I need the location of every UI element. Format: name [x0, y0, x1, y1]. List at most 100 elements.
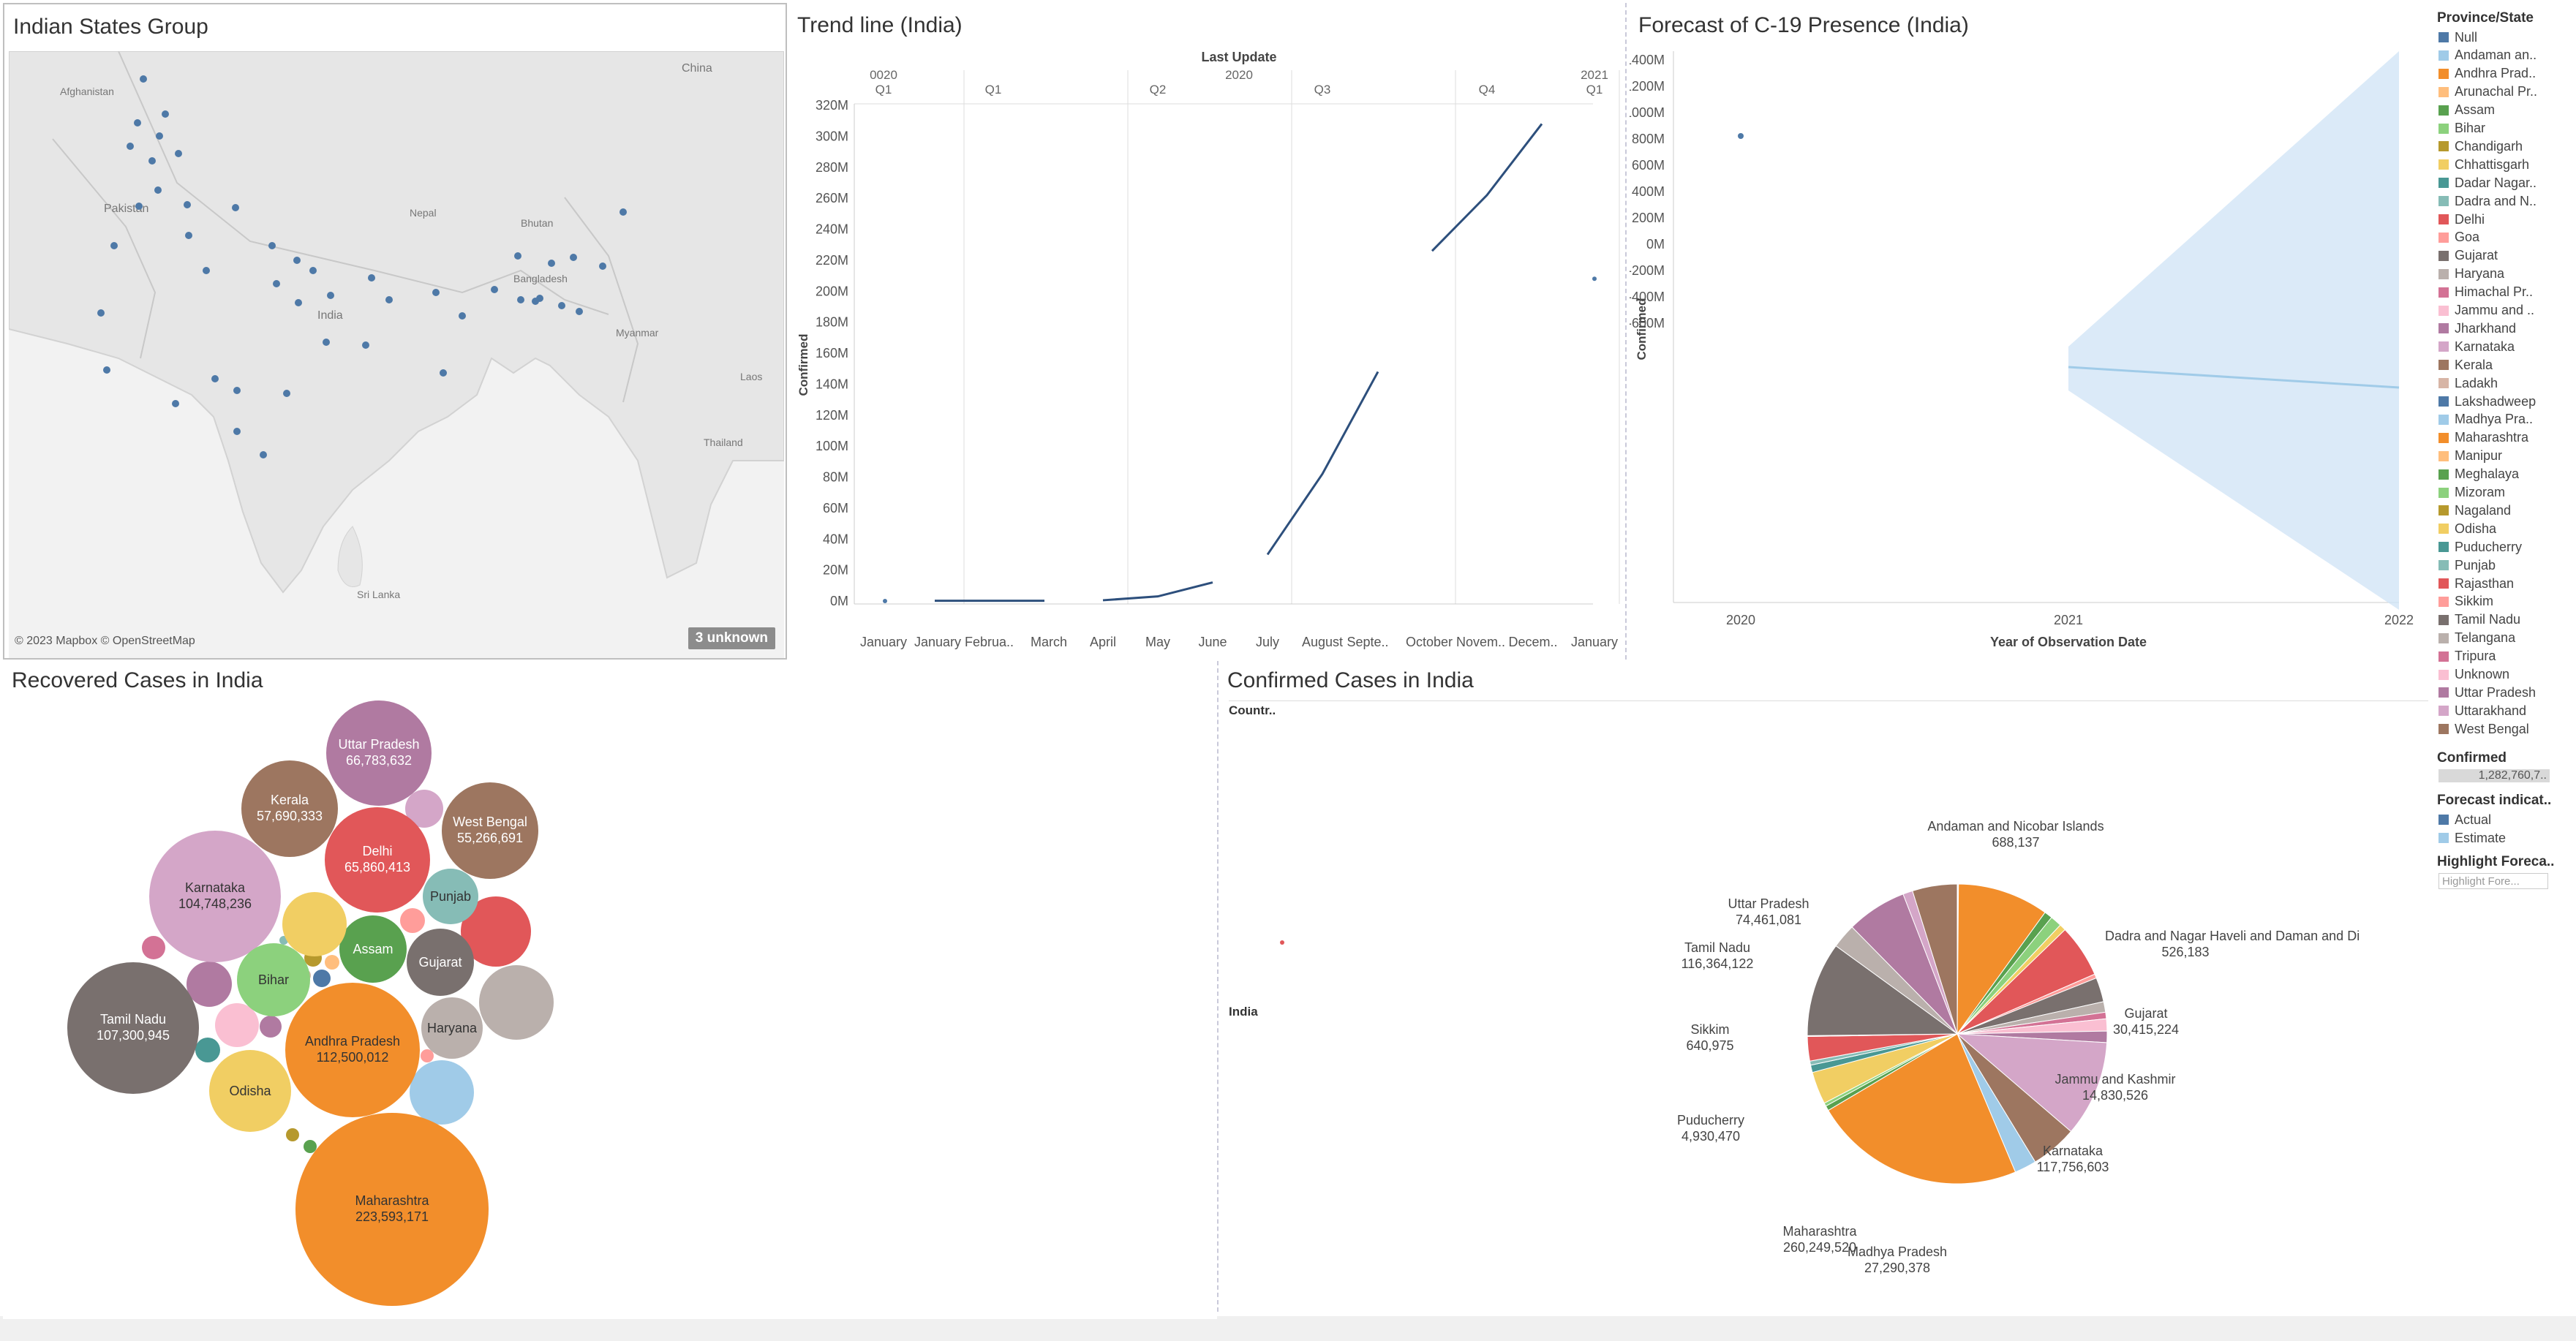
state-marker[interactable]: [162, 110, 169, 118]
legend-item[interactable]: Ladakh: [2438, 375, 2498, 391]
bubble-kerala[interactable]: Kerala 57,690,333: [241, 760, 338, 857]
map-canvas[interactable]: China Afghanistan Pakistan Nepal Bhutan …: [9, 51, 784, 658]
legend-item[interactable]: Puducherry: [2438, 539, 2522, 555]
bubble-assam[interactable]: Assam: [339, 915, 407, 983]
bubble-haryana[interactable]: Haryana: [421, 997, 483, 1059]
state-marker[interactable]: [110, 242, 118, 249]
legend-item[interactable]: Andaman an..: [2438, 48, 2537, 64]
bubble-maharashtra[interactable]: Maharashtra 223,593,171: [295, 1113, 489, 1306]
legend-item[interactable]: Uttarakhand: [2438, 703, 2526, 719]
state-marker[interactable]: [185, 232, 192, 239]
legend-item[interactable]: Jammu and ..: [2438, 303, 2534, 319]
bubble-uttar-pradesh[interactable]: Uttar Pradesh 66,783,632: [326, 700, 432, 806]
bubble-odisha[interactable]: Odisha: [209, 1050, 291, 1132]
bubble-gujarat[interactable]: Gujarat: [407, 929, 474, 996]
legend-item[interactable]: Uttar Pradesh: [2438, 684, 2536, 700]
bubble[interactable]: [195, 1038, 220, 1062]
bubble[interactable]: [313, 970, 331, 987]
state-marker[interactable]: [309, 267, 317, 274]
state-marker[interactable]: [576, 308, 583, 315]
state-marker[interactable]: [283, 390, 290, 397]
state-marker[interactable]: [135, 203, 143, 210]
state-marker[interactable]: [385, 296, 393, 303]
forecast-legend-estimate[interactable]: Estimate: [2438, 830, 2506, 846]
legend-item[interactable]: Haryana: [2438, 266, 2504, 282]
state-marker[interactable]: [440, 369, 447, 377]
legend-item[interactable]: Unknown: [2438, 667, 2509, 683]
state-marker[interactable]: [362, 341, 369, 349]
bubble[interactable]: [479, 965, 554, 1040]
pie-chart[interactable]: Andaman and Nicobar Islands688,137 Dadra …: [1628, 793, 2360, 1304]
legend-item[interactable]: Meghalaya: [2438, 466, 2519, 483]
highlight-input[interactable]: Highlight Fore...: [2438, 873, 2548, 889]
state-marker[interactable]: [532, 298, 539, 305]
legend-item[interactable]: Karnataka: [2438, 339, 2515, 355]
bubble[interactable]: [410, 1060, 474, 1125]
bubble-tamil-nadu[interactable]: Tamil Nadu 107,300,945: [67, 962, 199, 1094]
unknown-badge[interactable]: 3 unknown: [688, 627, 775, 649]
state-marker[interactable]: [211, 375, 219, 382]
state-marker[interactable]: [514, 252, 521, 260]
state-marker[interactable]: [156, 132, 163, 140]
trend-point[interactable]: [883, 599, 887, 603]
bubble[interactable]: [286, 1128, 299, 1141]
bubble[interactable]: [187, 962, 232, 1007]
state-marker[interactable]: [491, 286, 498, 293]
state-marker[interactable]: [175, 150, 182, 157]
legend-item[interactable]: West Bengal: [2438, 721, 2529, 737]
state-marker[interactable]: [459, 312, 466, 320]
pie-slices[interactable]: [1807, 883, 2108, 1185]
legend-item[interactable]: Tamil Nadu: [2438, 612, 2520, 628]
legend-item[interactable]: Punjab: [2438, 557, 2496, 573]
bubble[interactable]: [304, 1140, 317, 1153]
state-marker[interactable]: [127, 143, 134, 150]
trend-series[interactable]: [883, 123, 1597, 603]
legend-item[interactable]: Kerala: [2438, 357, 2493, 373]
legend-item[interactable]: Himachal Pr..: [2438, 284, 2533, 301]
legend-item[interactable]: Bihar: [2438, 121, 2485, 137]
india-marker[interactable]: [1280, 940, 1284, 945]
state-marker[interactable]: [233, 387, 241, 394]
legend-item[interactable]: Gujarat: [2438, 248, 2498, 264]
state-marker[interactable]: [293, 257, 301, 264]
state-marker[interactable]: [273, 280, 280, 287]
state-marker[interactable]: [517, 296, 524, 303]
legend-item[interactable]: Andhra Prad..: [2438, 66, 2536, 82]
state-marker[interactable]: [558, 302, 565, 309]
bubble-delhi[interactable]: Delhi 65,860,413: [325, 807, 430, 913]
legend-item[interactable]: Dadra and N..: [2438, 193, 2537, 209]
state-marker[interactable]: [140, 75, 147, 83]
state-marker[interactable]: [184, 201, 191, 208]
bubble[interactable]: [421, 1049, 434, 1062]
legend-item[interactable]: Lakshadweep: [2438, 393, 2536, 409]
state-marker[interactable]: [619, 208, 627, 216]
legend-item[interactable]: Jharkhand: [2438, 320, 2516, 336]
legend-item[interactable]: Tripura: [2438, 649, 2496, 665]
state-marker[interactable]: [327, 292, 334, 299]
state-marker[interactable]: [323, 339, 330, 346]
legend-item[interactable]: Arunachal Pr..: [2438, 84, 2537, 100]
state-marker[interactable]: [432, 289, 440, 296]
bubble-west-bengal[interactable]: West Bengal 55,266,691: [442, 782, 538, 879]
state-marker[interactable]: [172, 400, 179, 407]
forecast-actual-point[interactable]: [1738, 133, 1744, 139]
legend-item[interactable]: Goa: [2438, 230, 2479, 246]
bubble[interactable]: [282, 892, 347, 956]
state-marker[interactable]: [268, 242, 276, 249]
bubble[interactable]: [142, 936, 165, 959]
state-marker[interactable]: [134, 119, 141, 126]
state-marker[interactable]: [103, 366, 110, 374]
legend-item[interactable]: Dadar Nagar..: [2438, 175, 2537, 191]
country-column-header[interactable]: Countr..: [1229, 703, 1276, 718]
legend-item[interactable]: Null: [2438, 29, 2477, 45]
trend-chart[interactable]: Last Update 0020 2020 2021 Q1 Q1 Q2 Q3 Q…: [788, 3, 1627, 660]
state-marker[interactable]: [295, 299, 302, 306]
state-marker[interactable]: [260, 451, 267, 458]
trend-line-q3[interactable]: [1266, 371, 1379, 556]
state-marker[interactable]: [599, 262, 606, 270]
bubble[interactable]: [260, 1016, 282, 1038]
trend-point[interactable]: [1592, 276, 1597, 282]
bubble-punjab[interactable]: Punjab: [423, 869, 478, 924]
state-marker[interactable]: [148, 157, 156, 165]
state-marker[interactable]: [203, 267, 210, 274]
